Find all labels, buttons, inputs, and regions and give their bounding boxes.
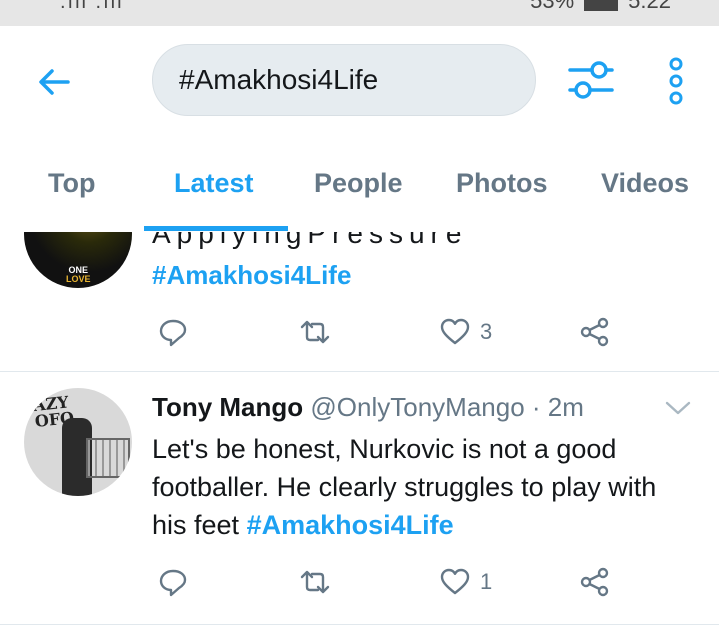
battery-icon xyxy=(584,0,619,11)
tab-latest[interactable]: Latest xyxy=(174,168,254,199)
active-tab-indicator xyxy=(144,226,288,231)
tweet-text-partial: ApplyingPressure xyxy=(152,232,468,249)
avatar-cart-shape xyxy=(86,438,130,478)
clock: 5:22 xyxy=(628,0,671,13)
tab-top[interactable]: Top xyxy=(48,168,95,199)
sliders-icon xyxy=(568,61,614,99)
tweet-actions: 3 xyxy=(0,314,719,354)
like-count: 3 xyxy=(480,319,493,344)
hashtag-link[interactable]: #Amakhosi4Life xyxy=(152,260,351,291)
chevron-down-icon xyxy=(665,401,691,415)
like-button[interactable]: 1 xyxy=(440,564,492,600)
share-button[interactable] xyxy=(580,564,610,600)
status-bar: .ıll .ıll 53% 5:22 xyxy=(0,0,719,26)
like-button[interactable]: 3 xyxy=(440,314,492,350)
author-handle[interactable]: @OnlyTonyMango xyxy=(310,392,524,422)
tab-photos[interactable]: Photos xyxy=(456,168,548,199)
reply-icon xyxy=(159,569,187,597)
status-right: 53% 5:22 xyxy=(530,0,671,14)
search-filter-button[interactable] xyxy=(566,56,616,104)
author-name[interactable]: Tony Mango xyxy=(152,392,303,422)
share-button[interactable] xyxy=(580,314,610,350)
reply-icon xyxy=(159,319,187,347)
tweet-timestamp: · 2m xyxy=(531,392,584,422)
tab-videos[interactable]: Videos xyxy=(601,168,689,199)
search-query: #Amakhosi4Life xyxy=(179,64,379,95)
search-tabs: Top Latest People Photos Videos xyxy=(0,150,719,232)
retweet-button[interactable] xyxy=(298,564,332,600)
heart-icon xyxy=(440,568,470,595)
retweet-button[interactable] xyxy=(298,314,332,350)
share-icon xyxy=(580,567,609,597)
avatar[interactable]: ONE LOVE xyxy=(24,232,132,288)
hashtag-link[interactable]: #Amakhosi4Life xyxy=(247,510,454,540)
tweet-menu-button[interactable] xyxy=(664,398,692,418)
tweet-card[interactable]: ONE LOVE ApplyingPressure #Amakhosi4Life xyxy=(0,232,719,370)
tab-people[interactable]: People xyxy=(314,168,403,199)
tweet-card[interactable]: AZY OFO Tony Mango @OnlyTonyMango · 2m L… xyxy=(0,372,719,625)
avatar-caption: ONE LOVE xyxy=(66,265,91,284)
tweet-feed: ONE LOVE ApplyingPressure #Amakhosi4Life xyxy=(0,232,719,625)
tweet-text: Let's be honest, Nurkovic is not a good … xyxy=(152,430,692,544)
retweet-icon xyxy=(300,570,330,594)
arrow-left-icon xyxy=(39,69,70,95)
search-header: #Amakhosi4Life xyxy=(0,26,719,136)
like-count: 1 xyxy=(480,569,493,594)
more-vertical-icon xyxy=(669,57,683,105)
retweet-icon xyxy=(300,320,330,344)
search-input[interactable]: #Amakhosi4Life xyxy=(152,44,536,116)
more-options-button[interactable] xyxy=(664,56,688,106)
tweet-actions: 1 xyxy=(0,564,719,604)
reply-button[interactable] xyxy=(158,314,188,350)
battery-percent: 53% xyxy=(530,0,575,13)
tweet-header: Tony Mango @OnlyTonyMango · 2m xyxy=(152,392,584,423)
signal-indicator: .ıll .ıll xyxy=(60,0,124,13)
share-icon xyxy=(580,317,609,347)
back-button[interactable] xyxy=(34,62,74,102)
heart-icon xyxy=(440,318,470,345)
avatar[interactable]: AZY OFO xyxy=(24,388,132,496)
reply-button[interactable] xyxy=(158,564,188,600)
